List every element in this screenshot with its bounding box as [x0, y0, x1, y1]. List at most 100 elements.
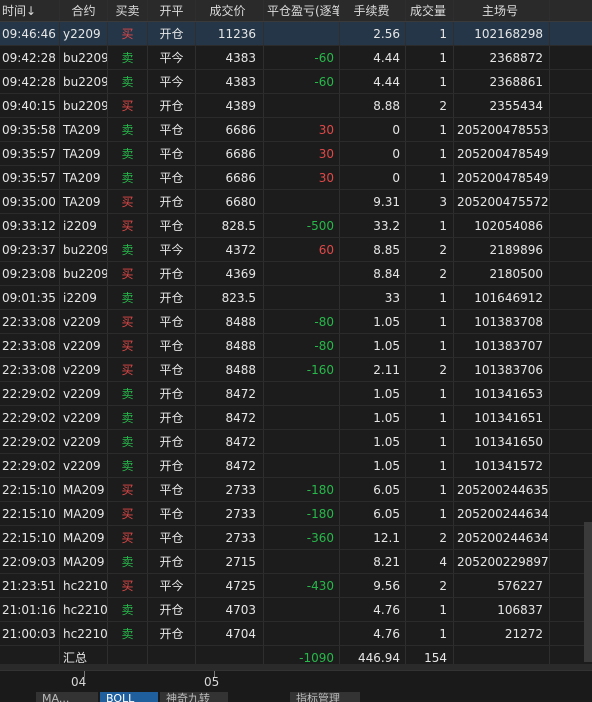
exchange-id-cell: 101383706 — [454, 358, 550, 381]
table-row[interactable]: 09:35:00 TA209 买开仓 6680 9.31 3 2052004755729 — [0, 190, 592, 214]
tab-indicator-manage[interactable]: 指标管理 — [290, 692, 360, 702]
open-close-cell: 开仓 — [148, 262, 196, 285]
exchange-id-cell: 2052004785531 — [454, 118, 550, 141]
buy-sell-cell: 卖 — [108, 118, 148, 141]
table-row[interactable]: 22:09:03 MA209 卖开仓 2715 8.21 4 2052002298972 — [0, 550, 592, 574]
exchange-id-cell: 102168298 — [454, 22, 550, 45]
row-spacer — [550, 430, 592, 453]
header-side[interactable]: 买卖 — [108, 0, 148, 21]
open-close-cell: 平仓 — [148, 166, 196, 189]
table-row[interactable]: 09:35:57 TA209 卖平仓 6686 30 0 1 2052004785493 — [0, 166, 592, 190]
trade-time-cell: 09:01:35 — [0, 286, 60, 309]
table-row[interactable]: 22:29:02 v2209 卖开仓 8472 1.05 1 101341653 — [0, 382, 592, 406]
contract-code-cell: TA209 — [60, 166, 108, 189]
table-row[interactable]: 22:33:08 v2209 买平仓 8488 -160 2.11 2 101383706 — [0, 358, 592, 382]
commission-fee-cell: 2.56 — [340, 22, 406, 45]
header-exchange-id[interactable]: 主场号 — [454, 0, 550, 21]
table-row[interactable]: 09:42:28 bu2209 卖平今 4383 -60 4.44 1 2368861 — [0, 70, 592, 94]
commission-fee-cell: 4.44 — [340, 70, 406, 93]
trade-time-cell: 22:29:02 — [0, 430, 60, 453]
trade-price-cell: 6686 — [196, 166, 264, 189]
open-close-cell: 平仓 — [148, 214, 196, 237]
table-row[interactable]: 09:35:57 TA209 卖平仓 6686 30 0 1 2052004785497 — [0, 142, 592, 166]
close-pnl-cell — [264, 262, 340, 285]
table-row[interactable]: 22:15:10 MA209 买平仓 2733 -360 12.1 2 20520024463… — [0, 526, 592, 550]
table-row[interactable]: 22:29:02 v2209 卖开仓 8472 1.05 1 101341651 — [0, 406, 592, 430]
contract-code-cell: MA209 — [60, 526, 108, 549]
trade-price-cell: 8488 — [196, 310, 264, 333]
exchange-id-cell: 2180500 — [454, 262, 550, 285]
header-time[interactable]: 时间↓ — [0, 0, 60, 21]
header-fee[interactable]: 手续费 — [340, 0, 406, 21]
buy-sell-cell: 卖 — [108, 166, 148, 189]
trade-price-cell: 828.5 — [196, 214, 264, 237]
trade-time-cell: 22:33:08 — [0, 358, 60, 381]
vertical-scrollbar[interactable] — [584, 522, 592, 662]
row-spacer — [550, 262, 592, 285]
table-row[interactable]: 09:01:35 i2209 卖开仓 823.5 33 1 101646912 — [0, 286, 592, 310]
row-spacer — [550, 310, 592, 333]
exchange-id-cell: 101383707 — [454, 334, 550, 357]
trade-volume-cell: 2 — [406, 238, 454, 261]
contract-code-cell: hc2210 — [60, 574, 108, 597]
indicator-tab-bar: MA... BOLL 神奇九转 指标管理 — [0, 692, 592, 702]
contract-code-cell: v2209 — [60, 406, 108, 429]
tab-magic-nine[interactable]: 神奇九转 — [160, 692, 228, 702]
trade-price-cell: 4703 — [196, 598, 264, 621]
contract-code-cell: v2209 — [60, 454, 108, 477]
trade-time-cell: 21:23:51 — [0, 574, 60, 597]
close-pnl-cell: -60 — [264, 46, 340, 69]
trade-time-cell: 09:35:58 — [0, 118, 60, 141]
table-row[interactable]: 22:15:10 MA209 买平仓 2733 -180 6.05 1 20520024463… — [0, 502, 592, 526]
header-close-pnl[interactable]: 平仓盈亏(逐笔 — [264, 0, 340, 21]
contract-code-cell: MA209 — [60, 478, 108, 501]
open-close-cell: 开仓 — [148, 286, 196, 309]
contract-code-cell: MA209 — [60, 550, 108, 573]
table-row[interactable]: 09:35:58 TA209 卖平仓 6686 30 0 1 2052004785531 — [0, 118, 592, 142]
table-row[interactable]: 09:46:46 y2209 买开仓 11236 2.56 1 102168298 — [0, 22, 592, 46]
trade-price-cell: 6680 — [196, 190, 264, 213]
row-spacer — [550, 214, 592, 237]
header-open-close[interactable]: 开平 — [148, 0, 196, 21]
table-row[interactable]: 22:15:10 MA209 买平仓 2733 -180 6.05 1 20520024463… — [0, 478, 592, 502]
trade-volume-cell: 3 — [406, 190, 454, 213]
commission-fee-cell: 1.05 — [340, 310, 406, 333]
tab-boll[interactable]: BOLL — [100, 692, 158, 702]
table-row[interactable]: 09:40:15 bu2209 买开仓 4389 8.88 2 2355434 — [0, 94, 592, 118]
trade-price-cell: 6686 — [196, 118, 264, 141]
tab-ma[interactable]: MA... — [36, 692, 98, 702]
table-row[interactable]: 21:00:03 hc2210 卖开仓 4704 4.76 1 21272 — [0, 622, 592, 646]
trade-volume-cell: 1 — [406, 118, 454, 141]
header-price[interactable]: 成交价 — [196, 0, 264, 21]
table-row[interactable]: 22:29:02 v2209 卖开仓 8472 1.05 1 101341572 — [0, 454, 592, 478]
trade-volume-cell: 1 — [406, 598, 454, 621]
table-row[interactable]: 21:01:16 hc2210 卖开仓 4703 4.76 1 106837 — [0, 598, 592, 622]
trade-price-cell: 2733 — [196, 502, 264, 525]
table-row[interactable]: 22:33:08 v2209 买平仓 8488 -80 1.05 1 101383707 — [0, 334, 592, 358]
header-volume[interactable]: 成交量 — [406, 0, 454, 21]
table-row[interactable]: 09:42:28 bu2209 卖平今 4383 -60 4.44 1 2368872 — [0, 46, 592, 70]
row-spacer — [550, 190, 592, 213]
close-pnl-cell — [264, 190, 340, 213]
table-row[interactable]: 21:23:51 hc2210 买平今 4725 -430 9.56 2 576227 — [0, 574, 592, 598]
commission-fee-cell: 9.31 — [340, 190, 406, 213]
table-row[interactable]: 22:29:02 v2209 卖开仓 8472 1.05 1 101341650 — [0, 430, 592, 454]
table-row[interactable]: 09:23:37 bu2209 卖平今 4372 60 8.85 2 2189896 — [0, 238, 592, 262]
close-pnl-cell — [264, 94, 340, 117]
open-close-cell: 开仓 — [148, 598, 196, 621]
trade-time-cell: 22:33:08 — [0, 334, 60, 357]
table-row[interactable]: 09:23:08 bu2209 买开仓 4369 8.84 2 2180500 — [0, 262, 592, 286]
exchange-id-cell: 101341651 — [454, 406, 550, 429]
trade-time-cell: 22:15:10 — [0, 502, 60, 525]
table-row[interactable]: 09:33:12 i2209 买平仓 828.5 -500 33.2 1 102054086 — [0, 214, 592, 238]
table-row[interactable]: 22:33:08 v2209 买平仓 8488 -80 1.05 1 101383708 — [0, 310, 592, 334]
open-close-cell: 平今 — [148, 46, 196, 69]
trade-time-cell: 21:00:03 — [0, 622, 60, 645]
buy-sell-cell: 卖 — [108, 70, 148, 93]
trade-volume-cell: 1 — [406, 142, 454, 165]
header-code[interactable]: 合约 — [60, 0, 108, 21]
open-close-cell: 开仓 — [148, 622, 196, 645]
buy-sell-cell: 卖 — [108, 46, 148, 69]
buy-sell-cell: 买 — [108, 262, 148, 285]
trade-time-cell: 22:33:08 — [0, 310, 60, 333]
